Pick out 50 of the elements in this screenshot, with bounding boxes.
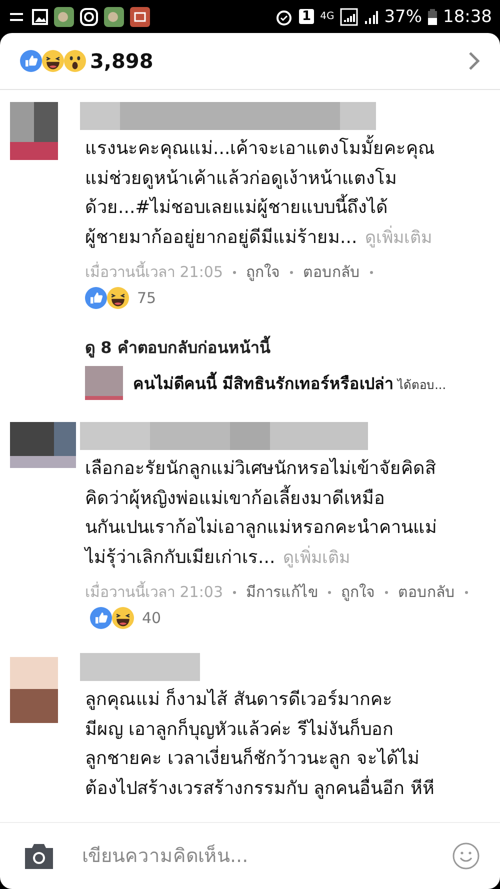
laughing-reaction-icon bbox=[42, 50, 64, 72]
comment-text: เลือกอะรัยนักลูกแม่วิเศษนักหรอไม่เข้าจัยคิดสิ คิดว่าผุ้หญิงพ่อแม่เขาก้อเลี้ยงมาดีเหมือ นกันเปนเราก้อไม่เอาลูกแม่หรอกคะนำคานแม่ ไม่รุ้ว่าเลิกกับเมียเก่าเร... ดูเพิ่มเติม bbox=[85, 456, 438, 570]
emoji-icon[interactable] bbox=[452, 842, 480, 870]
avatar bbox=[10, 422, 76, 468]
comment-text: ลูกคุณแม่ ก็งามไส้ สันดารดีเวอร์มากคะ มีผญ เอาลูกก็บุญหัวแล้วค่ะ รีไม่งันก็บอก ลูกชายคะ เวลาเงี่ยนก็ชักว้าวนะลูก จะได้ไม่ ต้องไปสร้างเวรสร้างกรรมกับ ลูกคนอื่นอีก หีหี bbox=[85, 687, 436, 801]
previous-replies-link[interactable]: ดู 8 คำตอบกลับก่อนหน้านี้ bbox=[85, 335, 490, 360]
reaction-count: 75 bbox=[137, 288, 156, 309]
avatar bbox=[10, 657, 58, 723]
reaction-count: 40 bbox=[142, 608, 162, 629]
avatar bbox=[85, 366, 123, 400]
reply-link[interactable]: ตอบกลับ bbox=[398, 579, 455, 605]
surprised-reaction-icon bbox=[64, 50, 86, 72]
image-icon bbox=[32, 8, 48, 24]
video-icon bbox=[130, 6, 150, 26]
separator-dot bbox=[290, 270, 293, 274]
edited-link[interactable]: มีการแก้ไข bbox=[246, 579, 318, 605]
camera-icon bbox=[80, 8, 98, 26]
separator-dot bbox=[328, 590, 331, 594]
clock: 18:38 bbox=[443, 6, 492, 26]
battery-icon bbox=[428, 8, 437, 24]
like-link[interactable]: ถูกใจ bbox=[246, 259, 280, 285]
like-reaction-icon bbox=[90, 607, 112, 629]
separator-dot bbox=[465, 590, 468, 594]
signal-icon bbox=[340, 8, 358, 26]
app-icon bbox=[54, 6, 74, 26]
separator-dot bbox=[233, 590, 236, 594]
comment-text: แรงนะคะคุณแม่...เค้าจะเอาแตงโมมั้ยคะคุณ แม่ช่วยดูหน้าเค้าแล้วก่อดูเง้าหน้าแตงโม ด้วย...#ไม่ชอบเลยแม่ผู้ชายแบบนี้ถึงได้ ผู้ชายมาก้ออยู่ยากอยู่ดีมีแม่ร้ายม... ดูเพิ่มเติม bbox=[85, 134, 490, 253]
like-reaction-icon bbox=[20, 50, 42, 72]
notification-icon bbox=[8, 10, 26, 22]
camera-icon[interactable] bbox=[22, 842, 56, 870]
app-icon bbox=[104, 6, 124, 26]
like-reaction-icon bbox=[85, 287, 107, 309]
chevron-right-icon[interactable] bbox=[468, 51, 480, 71]
separator-dot bbox=[233, 270, 236, 274]
reaction-count[interactable]: 3,898 bbox=[90, 49, 154, 73]
battery-percentage: 37% bbox=[384, 6, 422, 26]
comment-time: เมื่อวานนี้เวลา 21:05 bbox=[85, 260, 223, 283]
separator-dot bbox=[370, 270, 373, 274]
laughing-reaction-icon bbox=[107, 287, 129, 309]
sim-badge: 1 bbox=[299, 9, 314, 24]
reply-author: คนไม่ดีคนนี้ มีสิทธินรักเทอร์หรือเปล่า bbox=[133, 374, 394, 392]
separator-dot bbox=[385, 590, 388, 594]
laughing-reaction-icon bbox=[112, 607, 134, 629]
like-link[interactable]: ถูกใจ bbox=[341, 579, 375, 605]
signal-icon bbox=[364, 8, 378, 24]
reply-link[interactable]: ตอบกลับ bbox=[303, 259, 360, 285]
reply-action-text: ได้ตอบ... bbox=[398, 378, 446, 392]
network-label: 4G bbox=[320, 11, 334, 22]
comment-time: เมื่อวานนี้เวลา 21:03 bbox=[85, 580, 223, 603]
avatar bbox=[10, 102, 58, 160]
